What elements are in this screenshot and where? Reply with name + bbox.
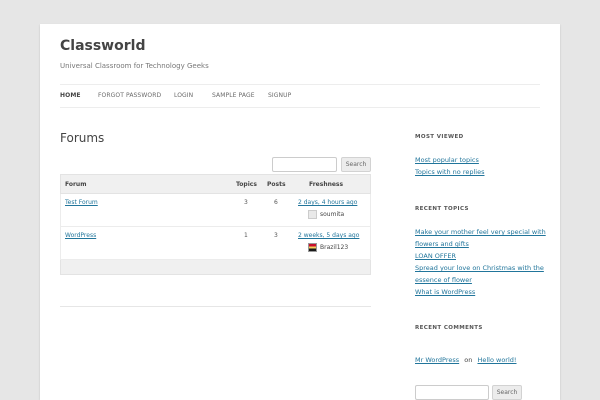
sidebar-search-button[interactable]: Search (492, 385, 522, 400)
forum-link[interactable]: Test Forum (65, 199, 98, 206)
column-header-posts: Posts (267, 181, 286, 188)
column-header-forum: Forum (65, 181, 87, 188)
freshness-link[interactable]: 2 weeks, 5 days ago (298, 232, 359, 239)
comment-post-link[interactable]: Hello world! (477, 356, 516, 364)
column-header-topics: Topics (236, 181, 257, 188)
nav-item-forgot-password[interactable]: FORGOT PASSWORD (98, 92, 161, 99)
recent-topic-link[interactable]: What is WordPress (415, 288, 475, 296)
table-header: Forum Topics Posts Freshness (60, 174, 371, 194)
main-navigation: HOME FORGOT PASSWORD LOGIN SAMPLE PAGE S… (60, 84, 540, 108)
nav-item-home[interactable]: HOME (60, 92, 81, 99)
author-name[interactable]: Brazil123 (320, 244, 348, 251)
recent-topic-link[interactable]: Make your mother feel very special with (415, 228, 546, 236)
recent-topic-link[interactable]: LOAN OFFER (415, 252, 456, 260)
forum-search-button[interactable]: Search (341, 157, 371, 172)
recent-topic-link[interactable]: essence of flower (415, 276, 472, 284)
table-footer (60, 260, 371, 275)
widget-title-recent-topics: RECENT TOPICS (415, 206, 469, 212)
forum-link[interactable]: WordPress (65, 232, 96, 239)
freshness-link[interactable]: 2 days, 4 hours ago (298, 199, 357, 206)
page-title: Forums (60, 131, 105, 145)
comment-on-text: on (464, 356, 473, 364)
most-popular-topics-link[interactable]: Most popular topics (415, 156, 479, 164)
nav-item-sample-page[interactable]: SAMPLE PAGE (212, 92, 255, 99)
page-container: Classworld Universal Classroom for Techn… (40, 24, 560, 400)
table-row: Test Forum 3 6 2 days, 4 hours ago soumi… (60, 194, 371, 227)
avatar[interactable] (308, 210, 317, 219)
nav-item-login[interactable]: LOGIN (174, 92, 193, 99)
nav-item-signup[interactable]: SIGNUP (268, 92, 291, 99)
posts-count: 6 (274, 199, 278, 206)
author-name[interactable]: soumita (320, 211, 344, 218)
site-title[interactable]: Classworld (60, 38, 145, 54)
recent-topic-link[interactable]: flowers and gifts (415, 240, 469, 248)
forum-search-input[interactable] (272, 157, 337, 172)
table-row: WordPress 1 3 2 weeks, 5 days ago Brazil… (60, 227, 371, 260)
comment-author-link[interactable]: Mr WordPress (415, 356, 459, 364)
avatar[interactable] (308, 243, 317, 252)
sidebar-search-input[interactable] (415, 385, 489, 400)
forum-table: Forum Topics Posts Freshness Test Forum … (60, 174, 371, 275)
column-header-freshness: Freshness (309, 181, 344, 188)
recent-comment: Mr WordPress on Hello world! (415, 347, 517, 366)
content-divider (60, 306, 371, 307)
widget-title-most-viewed: MOST VIEWED (415, 134, 464, 140)
posts-count: 3 (274, 232, 278, 239)
no-replies-topics-link[interactable]: Topics with no replies (415, 168, 484, 176)
site-description: Universal Classroom for Technology Geeks (60, 62, 209, 70)
recent-topic-link[interactable]: Spread your love on Christmas with the (415, 264, 544, 272)
topics-count: 1 (244, 232, 248, 239)
widget-title-recent-comments: RECENT COMMENTS (415, 325, 483, 331)
topics-count: 3 (244, 199, 248, 206)
